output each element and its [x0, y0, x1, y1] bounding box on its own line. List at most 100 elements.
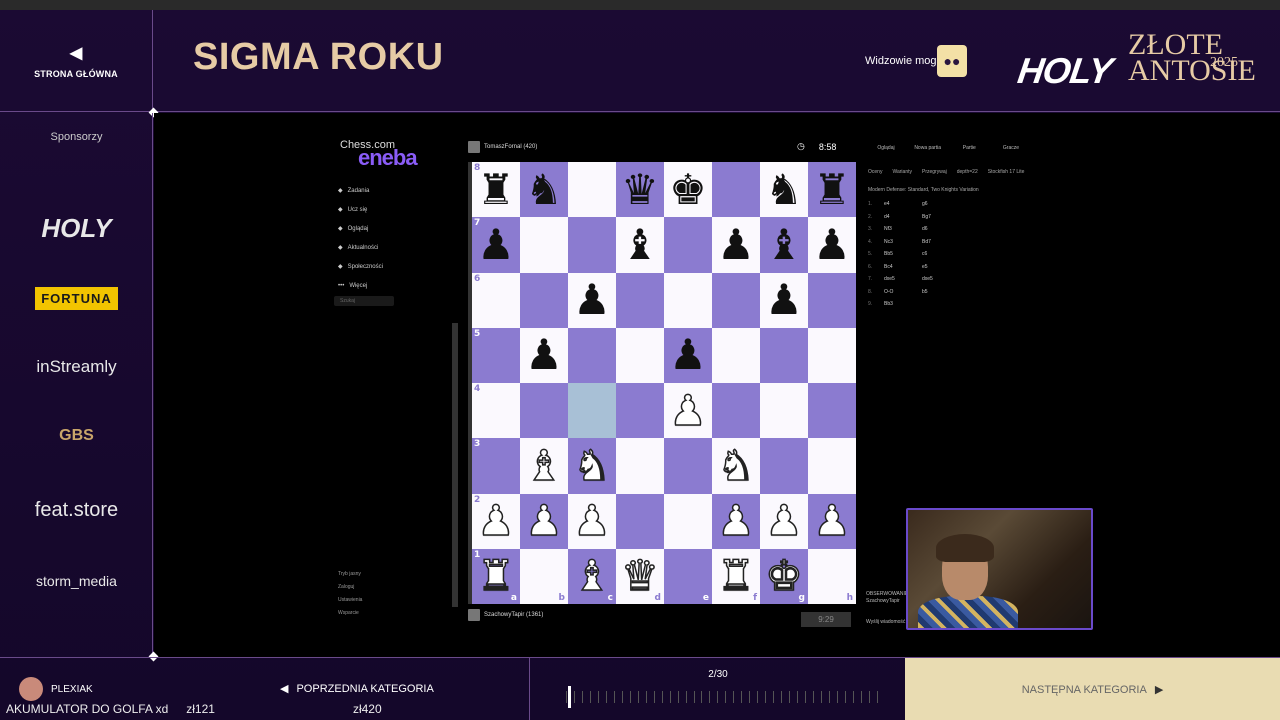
move[interactable]: Bc4 — [884, 264, 922, 277]
square-b2[interactable]: ♟ — [520, 493, 568, 549]
square-g7[interactable]: ♝ — [760, 217, 808, 273]
square-d7[interactable]: ♝ — [616, 217, 664, 273]
square-a7[interactable]: 7 ♟ — [472, 217, 520, 273]
black-piece[interactable]: ♞ — [525, 168, 563, 211]
sponsor-stormmedia[interactable]: storm_media — [0, 573, 153, 589]
next-category-button[interactable]: NASTĘPNA KATEGORIA ▶ — [905, 658, 1280, 720]
chess-board[interactable]: 8 ♜ ♞ ♛ ♚ ♞ ♜ 7 ♟ ♝ ♟ ♝ ♟ 6 ♟ ♟ 5 ♟ ♟ 4 ♟ 3 ♝ ♞ ♞ 2 ♟ ♟ ♟ ♟ ♟ ♟ 1 a ♜ b c ♝ d ♛… — [468, 162, 856, 604]
square-b8[interactable]: ♞ — [520, 162, 568, 218]
square-f4[interactable] — [712, 383, 760, 439]
square-e8[interactable]: ♚ — [664, 162, 712, 218]
square-c1[interactable]: c ♝ — [568, 548, 616, 604]
square-e7[interactable] — [664, 217, 712, 273]
square-a5[interactable]: 5 — [472, 327, 520, 383]
square-d1[interactable]: d ♛ — [616, 548, 664, 604]
toggle-losing[interactable]: Przegrywaj — [922, 169, 947, 175]
move[interactable]: Bd7 — [922, 239, 960, 252]
white-piece[interactable]: ♟ — [812, 499, 851, 543]
white-piece[interactable]: ♟ — [476, 499, 515, 543]
black-piece[interactable]: ♜ — [813, 168, 851, 211]
move[interactable]: Bg7 — [922, 214, 960, 227]
square-g5[interactable] — [760, 327, 808, 383]
progress-cursor[interactable] — [568, 686, 571, 708]
black-piece[interactable]: ♞ — [765, 168, 803, 211]
sponsor-gbs[interactable]: GBS — [0, 427, 153, 445]
menu-item-puzzles[interactable]: ◆ Zadania — [338, 181, 383, 200]
square-f2[interactable]: ♟ — [712, 493, 760, 549]
move[interactable]: b5 — [922, 289, 960, 302]
square-e3[interactable] — [664, 438, 712, 494]
move[interactable]: e4 — [884, 201, 922, 214]
square-b4[interactable] — [520, 383, 568, 439]
square-e4[interactable]: ♟ — [664, 383, 712, 439]
square-d3[interactable] — [616, 438, 664, 494]
sponsor-instreamly[interactable]: inStreamly — [0, 357, 153, 377]
black-piece[interactable]: ♟ — [477, 223, 515, 266]
square-a1[interactable]: 1 a ♜ — [472, 548, 520, 604]
square-h6[interactable] — [808, 272, 856, 328]
white-piece[interactable]: ♝ — [572, 554, 611, 598]
black-piece[interactable]: ♟ — [573, 279, 611, 321]
white-piece[interactable]: ♞ — [572, 444, 611, 488]
toggle-evaluation[interactable]: Oceny — [868, 169, 882, 175]
square-h7[interactable]: ♟ — [808, 217, 856, 273]
square-e5[interactable]: ♟ — [664, 327, 712, 383]
square-g2[interactable]: ♟ — [760, 493, 808, 549]
square-a2[interactable]: 2 ♟ — [472, 493, 520, 549]
menu-item-news[interactable]: ◆ Aktualności — [338, 238, 383, 257]
square-f6[interactable] — [712, 272, 760, 328]
square-c2[interactable]: ♟ — [568, 493, 616, 549]
square-c4[interactable] — [568, 383, 616, 439]
square-b6[interactable] — [520, 272, 568, 328]
sponsor-holy[interactable]: HOLY — [0, 213, 153, 244]
white-piece[interactable]: ♜ — [476, 554, 515, 598]
square-c7[interactable] — [568, 217, 616, 273]
move[interactable]: c6 — [922, 251, 960, 264]
square-b5[interactable]: ♟ — [520, 327, 568, 383]
square-b7[interactable] — [520, 217, 568, 273]
square-b1[interactable]: b — [520, 548, 568, 604]
menu-item-social[interactable]: ◆ Społeczności — [338, 257, 383, 276]
chat-input[interactable]: Wyślij wiadomość — [866, 619, 908, 626]
black-piece[interactable]: ♜ — [477, 168, 515, 211]
bottom-menu-item[interactable]: Tryb jasny — [338, 571, 362, 584]
black-piece[interactable]: ♚ — [669, 168, 707, 211]
square-d4[interactable] — [616, 383, 664, 439]
square-e6[interactable] — [664, 272, 712, 328]
square-a6[interactable]: 6 — [472, 272, 520, 328]
move[interactable]: d6 — [922, 226, 960, 239]
square-a8[interactable]: 8 ♜ — [472, 162, 520, 218]
move[interactable]: Nc3 — [884, 239, 922, 252]
square-h2[interactable]: ♟ — [808, 493, 856, 549]
square-d8[interactable]: ♛ — [616, 162, 664, 218]
square-g4[interactable] — [760, 383, 808, 439]
move[interactable]: d4 — [884, 214, 922, 227]
square-h5[interactable] — [808, 327, 856, 383]
menu-item-more[interactable]: ••• Więcej — [338, 276, 383, 295]
black-piece[interactable]: ♟ — [525, 334, 563, 376]
black-piece[interactable]: ♝ — [765, 223, 803, 266]
black-piece[interactable]: ♟ — [669, 334, 707, 376]
bottom-menu-item[interactable]: Zaloguj — [338, 584, 362, 597]
bottom-menu-item[interactable]: Ustawienia — [338, 597, 362, 610]
black-piece[interactable]: ♟ — [813, 223, 851, 266]
menu-item-learn[interactable]: ◆ Ucz się — [338, 200, 383, 219]
square-f5[interactable] — [712, 327, 760, 383]
square-e1[interactable]: e — [664, 548, 712, 604]
chesscom-search[interactable]: Szukaj — [334, 296, 394, 306]
square-h3[interactable] — [808, 438, 856, 494]
move[interactable]: dxe5 — [884, 276, 922, 289]
square-f3[interactable]: ♞ — [712, 438, 760, 494]
top-player-name[interactable]: TomaszFornal (420) — [484, 144, 537, 150]
bottom-menu-item[interactable]: Wsparcie — [338, 610, 362, 623]
white-piece[interactable]: ♝ — [524, 444, 563, 488]
square-c6[interactable]: ♟ — [568, 272, 616, 328]
board-scrollbar[interactable] — [452, 323, 458, 607]
sponsor-fortuna[interactable]: FORTUNA — [0, 287, 153, 310]
tab-games[interactable]: Partie — [949, 145, 989, 151]
black-piece[interactable]: ♟ — [717, 223, 755, 266]
square-d6[interactable] — [616, 272, 664, 328]
prev-category-button[interactable]: ◀ POPRZEDNIA KATEGORIA — [280, 682, 434, 696]
square-c8[interactable] — [568, 162, 616, 218]
move[interactable]: Bb3 — [884, 301, 922, 314]
